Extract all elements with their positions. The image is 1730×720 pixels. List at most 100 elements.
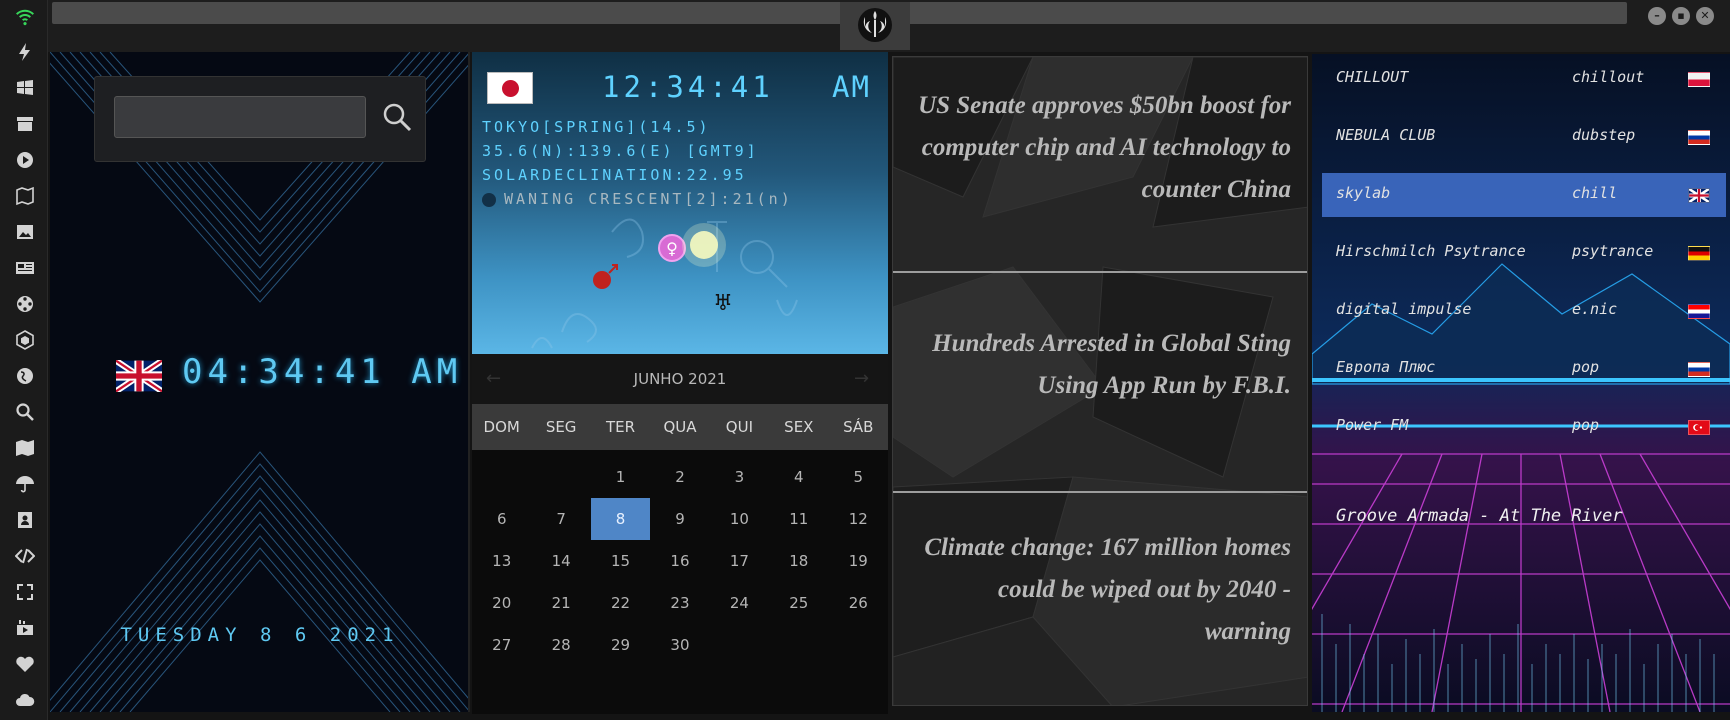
uk-flag-icon [116, 360, 162, 392]
news-panel: US Senate approves $50bn boost for compu… [892, 56, 1308, 706]
mars-icon [593, 271, 611, 289]
calendar-day[interactable]: 29 [591, 624, 650, 666]
calendar-day[interactable]: 14 [531, 540, 590, 582]
weekday-label: SEG [545, 418, 577, 436]
calendar-day[interactable]: 11 [769, 498, 828, 540]
calendar-day[interactable]: 3 [710, 456, 769, 498]
news-icon[interactable] [14, 258, 36, 280]
calendar-day[interactable]: 18 [769, 540, 828, 582]
station-name: digital impulse [1336, 300, 1472, 318]
hexagon-icon[interactable] [14, 330, 36, 352]
cloud-icon[interactable] [14, 690, 36, 712]
calendar-day[interactable]: 15 [591, 540, 650, 582]
calendar-header: ← JUNHO 2021 → [472, 354, 888, 404]
station-name: skylab [1336, 184, 1391, 202]
station-name: Power FM [1336, 416, 1409, 434]
film-reel-icon[interactable] [14, 294, 36, 316]
calendar-week-row: 27 28 29 30 [472, 624, 888, 666]
station-row[interactable]: digital impulse e.nic [1322, 289, 1726, 333]
station-row[interactable]: skylab chill [1322, 173, 1726, 217]
youtube-icon[interactable] [14, 618, 36, 640]
svg-text:♀: ♀ [666, 239, 678, 258]
calendar-day-today[interactable]: 8 [590, 498, 651, 540]
poland-flag-icon [1688, 72, 1710, 87]
station-row[interactable]: Европа Плюс pop [1322, 347, 1726, 391]
station-row[interactable]: Power FM pop [1322, 405, 1726, 449]
maximize-button[interactable]: ▪ [1672, 7, 1690, 25]
weekday-label: SEX [784, 418, 814, 436]
calendar-day[interactable]: 7 [531, 498, 590, 540]
calendar-day[interactable]: 13 [472, 540, 531, 582]
uranus-icon: ♅ [713, 291, 733, 316]
calendar-day[interactable]: 6 [472, 498, 531, 540]
calendar-day[interactable]: 25 [769, 582, 828, 624]
map-icon[interactable] [14, 438, 36, 460]
image-icon[interactable] [14, 222, 36, 244]
station-name: CHILLOUT [1336, 68, 1409, 86]
station-row[interactable]: CHILLOUT chillout [1322, 57, 1726, 101]
calendar-day[interactable]: 28 [531, 624, 590, 666]
calendar-day[interactable]: 1 [591, 456, 650, 498]
bolt-icon[interactable] [14, 42, 36, 64]
calendar-month-title: JUNHO 2021 [633, 370, 727, 388]
sky-view: 12:34:41 AM TOKYO[SPRING](14.5) 35.6(N):… [472, 52, 888, 354]
calendar-day[interactable]: 5 [829, 456, 888, 498]
contacts-icon[interactable] [14, 510, 36, 532]
search-button[interactable] [377, 97, 417, 137]
calendar-day[interactable]: 17 [710, 540, 769, 582]
search-icon[interactable] [14, 402, 36, 424]
calendar-day[interactable]: 30 [650, 624, 709, 666]
wifi-icon[interactable] [14, 6, 36, 28]
local-time: 04:34:41 AM [182, 352, 463, 392]
logo-tab[interactable] [840, 2, 910, 50]
calendar-day[interactable]: 2 [650, 456, 709, 498]
station-genre: psytrance [1572, 242, 1654, 260]
now-playing-title: Groove Armada - At The River [1336, 506, 1623, 526]
weekday-label: QUA [663, 418, 697, 436]
calendar-day [710, 624, 769, 666]
calendar-day[interactable]: 4 [769, 456, 828, 498]
station-name: NEBULA CLUB [1336, 126, 1436, 144]
calendar-day[interactable]: 23 [650, 582, 709, 624]
calendar-week-row: 13 14 15 16 17 18 19 [472, 540, 888, 582]
calendar-day[interactable]: 9 [650, 498, 709, 540]
calendar-day [531, 456, 590, 498]
close-button[interactable]: ✕ [1696, 7, 1714, 25]
station-genre: chill [1572, 184, 1618, 202]
station-name: Hirschmilch Psytrance [1336, 242, 1526, 260]
calendar-day[interactable]: 19 [829, 540, 888, 582]
calendar-week-row: 12345 [472, 456, 888, 498]
play-icon[interactable] [14, 150, 36, 172]
calendar-day[interactable]: 24 [710, 582, 769, 624]
calendar-day[interactable]: 21 [531, 582, 590, 624]
calendar-day [472, 456, 531, 498]
minimize-button[interactable]: – [1648, 7, 1666, 25]
station-row[interactable]: NEBULA CLUB dubstep [1322, 115, 1726, 159]
calendar-day[interactable]: 16 [650, 540, 709, 582]
weekday-label: SÁB [843, 418, 874, 436]
station-genre: chillout [1572, 68, 1645, 86]
calendar-day[interactable]: 27 [472, 624, 531, 666]
code-icon[interactable] [14, 546, 36, 568]
calendar-day[interactable]: 20 [472, 582, 531, 624]
station-row[interactable]: Hirschmilch Psytrance psytrance [1322, 231, 1726, 275]
calendar-day[interactable]: 22 [591, 582, 650, 624]
globe-icon[interactable] [14, 366, 36, 388]
calendar-weekday-row: DOM SEG TER QUA QUI SEX SÁB [472, 404, 888, 450]
fullscreen-icon[interactable] [14, 582, 36, 604]
uk-flag-icon [1688, 188, 1710, 203]
calendar-day[interactable]: 26 [829, 582, 888, 624]
news-headline[interactable]: Climate change: 167 million homes could … [893, 527, 1307, 705]
heart-icon[interactable] [14, 654, 36, 676]
calendar-day[interactable]: 12 [829, 498, 888, 540]
news-headline[interactable]: US Senate approves $50bn boost for compu… [893, 85, 1307, 301]
archive-icon[interactable] [14, 114, 36, 136]
news-headline[interactable]: Hundreds Arrested in Global Sting Using … [893, 323, 1307, 539]
umbrella-icon[interactable] [14, 474, 36, 496]
windows-icon[interactable] [14, 78, 36, 100]
weekday-label: QUI [725, 418, 753, 436]
calendar-next-arrow-icon[interactable]: → [854, 368, 869, 389]
calendar-day[interactable]: 10 [710, 498, 769, 540]
map-book-icon[interactable] [14, 186, 36, 208]
search-input[interactable] [114, 96, 366, 138]
